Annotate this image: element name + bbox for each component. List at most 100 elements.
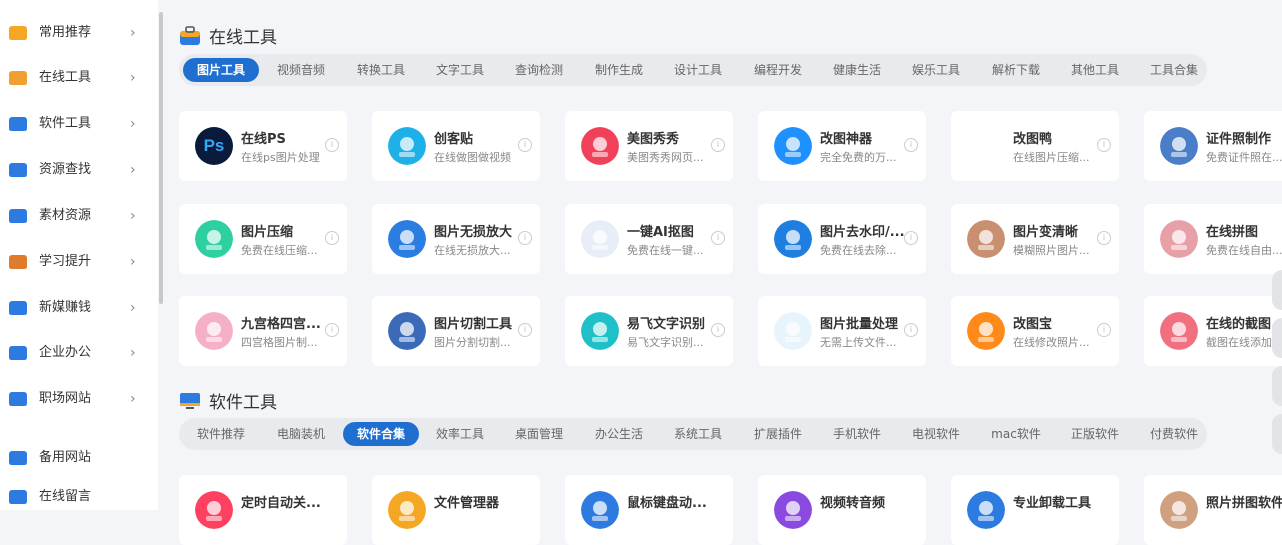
card-title: 图片去水印/... [820, 225, 905, 240]
tool-card[interactable]: 易飞文字识别 易飞文字识别... i [565, 296, 733, 366]
info-icon[interactable]: i [904, 231, 918, 245]
tab-item[interactable]: 工具合集 [1136, 58, 1212, 82]
power-icon [195, 491, 233, 529]
info-icon[interactable]: i [518, 231, 532, 245]
tool-card[interactable]: 图片切割工具 图片分割切割... i [372, 296, 540, 366]
sidebar-item[interactable]: 学习提升 › [0, 242, 158, 282]
tool-card[interactable]: 一键AI抠图 免费在线一键... i [565, 204, 733, 274]
tab-item[interactable]: 编程开发 [740, 58, 816, 82]
tool-card[interactable]: 九宫格四宫... 四宫格图片制... i [179, 296, 347, 366]
sidebar-item[interactable]: 常用推荐 › [0, 13, 158, 53]
tool-card[interactable]: 照片拼图软件 [1144, 475, 1282, 545]
sidebar-item[interactable]: 备用网站 [0, 438, 158, 478]
gear-icon [8, 448, 28, 468]
tab-active[interactable]: 软件合集 [343, 422, 419, 446]
float-button[interactable] [1272, 414, 1282, 454]
card-description: 在线图片压缩... [1013, 151, 1090, 164]
tab-active[interactable]: 图片工具 [183, 58, 259, 82]
tab-item[interactable]: 电视软件 [898, 422, 974, 446]
info-icon[interactable]: i [325, 231, 339, 245]
sidebar-item[interactable]: 职场网站 › [0, 379, 158, 419]
tab-item[interactable]: 软件推荐 [183, 422, 259, 446]
card-description: 无需上传文件... [820, 336, 897, 349]
tool-card[interactable]: 定时自动关... [179, 475, 347, 545]
tab-item[interactable]: mac软件 [978, 422, 1054, 446]
card-title: 改图神器 [820, 132, 873, 147]
sidebar-item[interactable]: 在线工具 › [0, 58, 158, 98]
tab-item[interactable]: 转换工具 [343, 58, 419, 82]
tab-item[interactable]: 解析下载 [978, 58, 1054, 82]
sidebar-item[interactable]: 在线留言 [0, 477, 158, 517]
tool-card[interactable]: 图片变清晰 模糊照片图片... i [951, 204, 1119, 274]
info-icon[interactable]: i [904, 138, 918, 152]
card-description: 在线无损放大... [434, 244, 511, 257]
grid-icon [195, 312, 233, 350]
tab-item[interactable]: 查询检测 [501, 58, 577, 82]
info-icon[interactable]: i [711, 323, 725, 337]
card-description: 免费在线一键... [627, 244, 704, 257]
tool-card[interactable]: 在线的截图...截图在线添加...i [1144, 296, 1282, 366]
tab-item[interactable]: 付费软件 [1136, 422, 1212, 446]
tool-card[interactable]: 视频转音频 [758, 475, 926, 545]
tab-item[interactable]: 设计工具 [660, 58, 736, 82]
online-tools-header: 在线工具 [179, 23, 277, 48]
tab-item[interactable]: 电脑装机 [263, 422, 339, 446]
tab-item[interactable]: 视频音频 [263, 58, 339, 82]
tool-card[interactable]: 图片压缩 免费在线压缩... i [179, 204, 347, 274]
tool-card[interactable]: 图片批量处理 无需上传文件... i [758, 296, 926, 366]
tool-card[interactable]: 改图神器 完全免费的万... i [758, 111, 926, 181]
info-icon[interactable]: i [711, 231, 725, 245]
float-button[interactable] [1272, 366, 1282, 406]
info-icon[interactable]: i [1097, 138, 1111, 152]
info-icon[interactable]: i [518, 138, 532, 152]
meitu-icon [581, 127, 619, 165]
tool-card[interactable]: 改图宝 在线修改照片... i [951, 296, 1119, 366]
info-icon[interactable]: i [325, 323, 339, 337]
online-tools-tabs: 图片工具 视频音频 转换工具 文字工具 查询检测 制作生成 设计工具 编程开发 健康生活 娱乐工具… [179, 54, 1207, 86]
sidebar-item[interactable]: 素材资源 › [0, 196, 158, 236]
chuangketie-icon [388, 127, 426, 165]
tab-item[interactable]: 其他工具 [1057, 58, 1133, 82]
tool-card[interactable]: 专业卸载工具 [951, 475, 1119, 545]
float-button[interactable] [1272, 318, 1282, 358]
tool-card[interactable]: 文件管理器 [372, 475, 540, 545]
software-tools-header: 软件工具 [179, 388, 277, 413]
tool-card[interactable]: 证件照制作免费证件照在...i [1144, 111, 1282, 181]
software-tools-tabs: 软件推荐 电脑装机 软件合集 效率工具 桌面管理 办公生活 系统工具 扩展插件 手机软件 电视软件… [179, 418, 1207, 450]
card-title: 文件管理器 [434, 496, 500, 511]
tool-card[interactable]: 图片去水印/... 免费在线去除... i [758, 204, 926, 274]
info-icon[interactable]: i [325, 138, 339, 152]
tab-item[interactable]: 文字工具 [422, 58, 498, 82]
float-button[interactable] [1272, 270, 1282, 310]
tab-item[interactable]: 系统工具 [660, 422, 736, 446]
tool-card[interactable]: 美图秀秀 美图秀秀网页... i [565, 111, 733, 181]
sidebar-item[interactable]: 软件工具 › [0, 104, 158, 144]
sidebar-item[interactable]: 新媒赚钱 › [0, 288, 158, 328]
tab-item[interactable]: 桌面管理 [501, 422, 577, 446]
tool-card[interactable]: 图片无损放大 在线无损放大... i [372, 204, 540, 274]
tool-card[interactable]: Ps 在线PS 在线ps图片处理 i [179, 111, 347, 181]
tool-card[interactable]: 在线拼图免费在线自由...i [1144, 204, 1282, 274]
sidebar-item-label: 素材资源 [39, 208, 92, 223]
tool-card[interactable]: 创客贴 在线做图做视频 i [372, 111, 540, 181]
info-icon[interactable]: i [518, 323, 532, 337]
tab-item[interactable]: 娱乐工具 [898, 58, 974, 82]
tool-card[interactable]: 改图鸭 在线图片压缩... i [951, 111, 1119, 181]
sidebar-item[interactable]: 企业办公 › [0, 333, 158, 373]
tab-item[interactable]: 制作生成 [581, 58, 657, 82]
sidebar-scrollbar[interactable] [159, 12, 163, 304]
tab-item[interactable]: 办公生活 [581, 422, 657, 446]
tab-item[interactable]: 正版软件 [1057, 422, 1133, 446]
tab-item[interactable]: 效率工具 [422, 422, 498, 446]
tab-item[interactable]: 扩展插件 [740, 422, 816, 446]
tool-card[interactable]: 鼠标键盘动... [565, 475, 733, 545]
sidebar-item[interactable]: 资源查找 › [0, 150, 158, 190]
info-icon[interactable]: i [1097, 323, 1111, 337]
tab-item[interactable]: 手机软件 [819, 422, 895, 446]
info-icon[interactable]: i [711, 138, 725, 152]
tab-item[interactable]: 健康生活 [819, 58, 895, 82]
info-icon[interactable]: i [904, 323, 918, 337]
card-description: 美图秀秀网页... [627, 151, 704, 164]
info-icon[interactable]: i [1097, 231, 1111, 245]
gaitubao-icon [967, 312, 1005, 350]
